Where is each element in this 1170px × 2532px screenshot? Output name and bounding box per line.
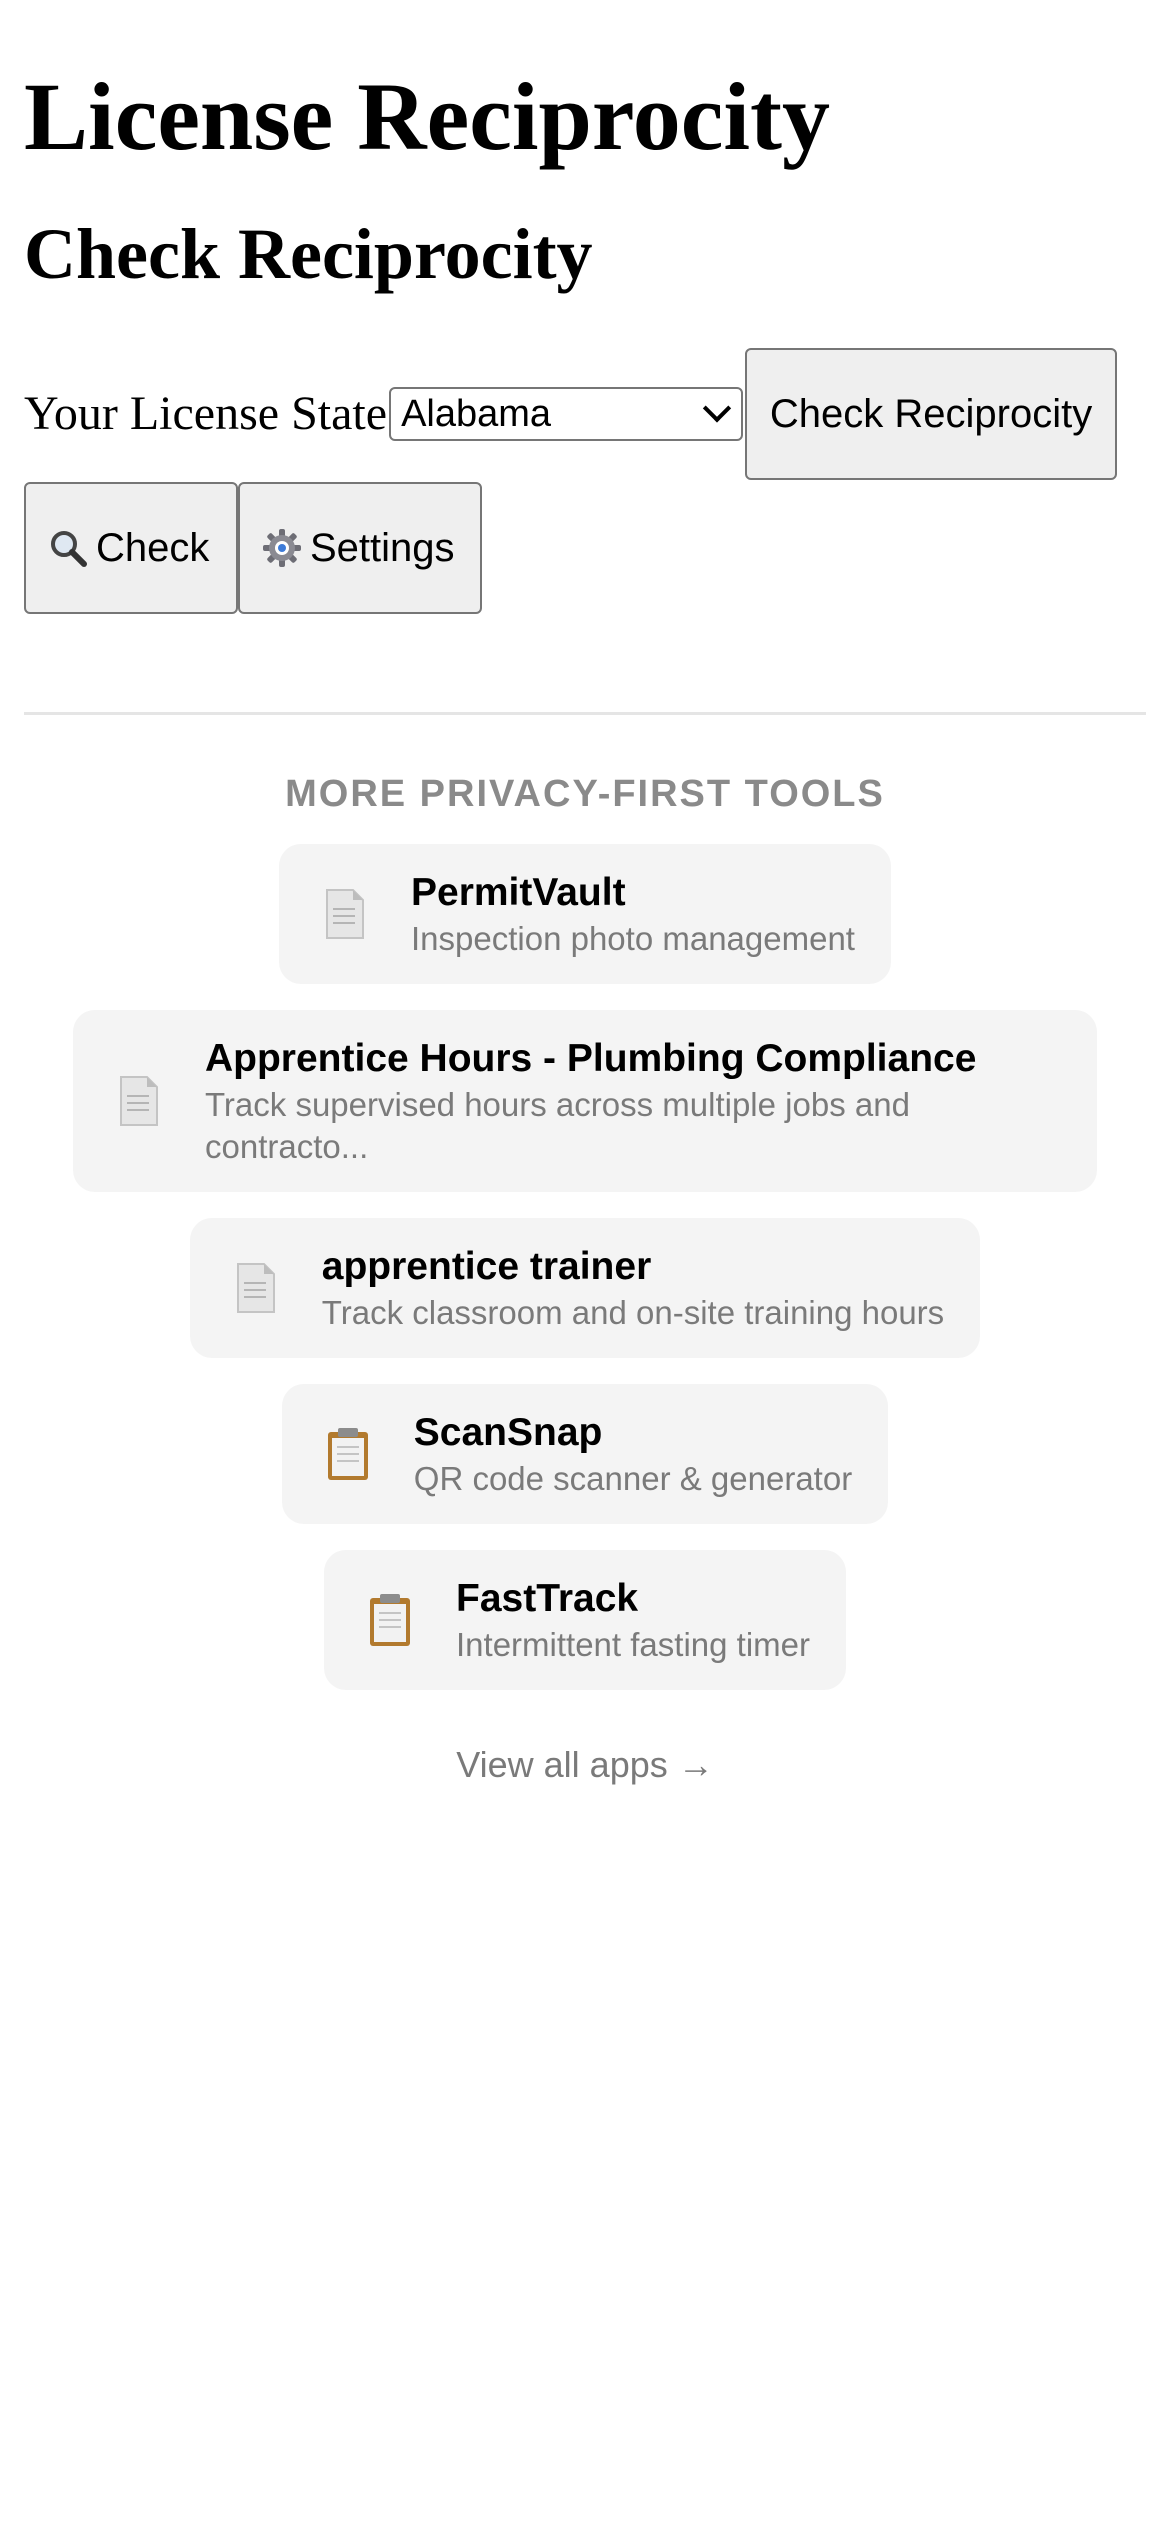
tool-card-scansnap[interactable]: ScanSnap QR code scanner & generator <box>281 1384 889 1524</box>
check-button[interactable]: Check <box>24 482 238 614</box>
tool-card-permitvault[interactable]: PermitVault Inspection photo management <box>279 844 891 984</box>
tool-card-apprentice-trainer[interactable]: apprentice trainer Track classroom and o… <box>189 1218 981 1358</box>
view-all-apps-link[interactable]: View all apps → <box>24 1744 1146 1786</box>
divider <box>24 712 1146 715</box>
more-tools-list: PermitVault Inspection photo management … <box>24 844 1146 1716</box>
tool-description: Track classroom and on-site training hou… <box>321 1294 945 1331</box>
settings-button[interactable]: Settings <box>238 482 482 614</box>
page: License Reciprocity Check Reciprocity Yo… <box>24 0 1146 1786</box>
tool-card-fasttrack[interactable]: FastTrack Intermittent fasting timer <box>324 1550 846 1690</box>
tool-description: Intermittent fasting timer <box>456 1626 810 1663</box>
tool-card-apprentice-hours[interactable]: Apprentice Hours - Plumbing Compliance T… <box>73 1010 1097 1192</box>
tool-title: Apprentice Hours - Plumbing Compliance <box>205 1037 977 1080</box>
document-icon <box>326 889 364 939</box>
tool-title: FastTrack <box>456 1577 639 1620</box>
nav-buttons: Check Settings <box>24 482 1146 614</box>
settings-button-label: Settings <box>310 525 455 570</box>
tool-title: ScanSnap <box>413 1411 603 1454</box>
reciprocity-form: Your License State Alabama Check Recipro… <box>24 348 1146 480</box>
tool-description: Inspection photo management <box>411 920 855 957</box>
more-tools-heading: MORE PRIVACY-FIRST TOOLS <box>285 773 885 815</box>
tool-description: Track supervised hours across multiple j… <box>205 1086 910 1165</box>
document-icon <box>120 1076 158 1126</box>
state-select-value: Alabama <box>401 392 552 435</box>
gear-icon <box>263 529 301 567</box>
clipboard-icon <box>327 1428 368 1480</box>
state-select[interactable]: Alabama <box>389 387 744 441</box>
tool-title: apprentice trainer <box>321 1245 652 1288</box>
section-title: Check Reciprocity <box>24 214 593 294</box>
state-label: Your License State <box>24 387 388 440</box>
tool-description: QR code scanner & generator <box>413 1460 853 1497</box>
chevron-down-icon <box>702 394 732 423</box>
page-title: License Reciprocity <box>24 63 831 170</box>
tool-title: PermitVault <box>411 871 626 914</box>
magnifier-icon <box>51 531 87 567</box>
check-reciprocity-button[interactable]: Check Reciprocity <box>745 348 1118 480</box>
document-icon <box>236 1263 275 1313</box>
check-button-label: Check <box>96 525 210 570</box>
clipboard-icon <box>370 1594 411 1646</box>
